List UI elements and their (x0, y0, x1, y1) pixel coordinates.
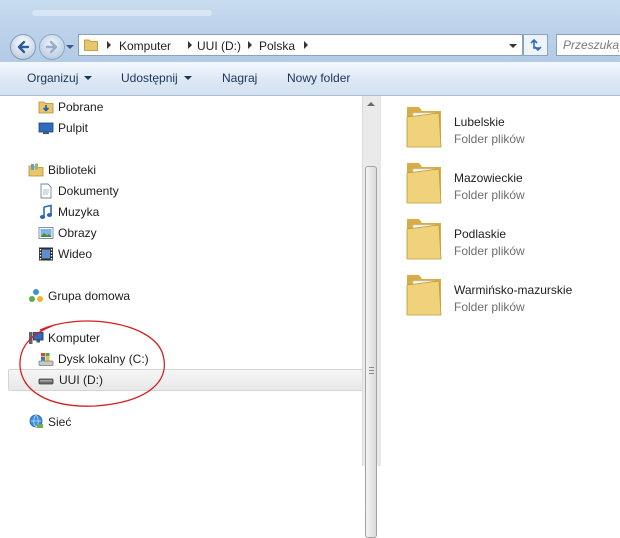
nav-item-desktop[interactable]: Pulpit (38, 118, 238, 139)
nav-item-drive-d[interactable]: UUI (D:) (8, 369, 363, 391)
file-list-pane: Lubelskie Folder plików Mazowieckie Fold… (381, 96, 620, 466)
breadcrumb-separator-icon[interactable] (105, 40, 113, 50)
scrollbar-grip-icon (369, 367, 374, 376)
nav-label: Pobrane (58, 100, 104, 114)
folder-name: Mazowieckie (454, 171, 523, 185)
folder-name: Warmińsko-mazurskie (454, 283, 573, 297)
blurred-title (32, 10, 212, 16)
nav-label: Muzyka (58, 205, 100, 219)
homegroup-icon (29, 289, 43, 302)
folder-name: Podlaskie (454, 227, 507, 241)
nav-item-local-disk-c[interactable]: Dysk lokalny (C:) (38, 349, 238, 370)
breadcrumb-separator-icon[interactable] (246, 40, 254, 50)
folder-icon (406, 275, 442, 316)
forward-button[interactable] (39, 34, 65, 60)
breadcrumb-computer[interactable]: Komputer (119, 39, 171, 53)
nav-label: Obrazy (58, 226, 97, 240)
scroll-up-arrow-icon[interactable] (363, 96, 379, 112)
nav-item-music[interactable]: Muzyka (38, 202, 238, 223)
chevron-down-icon (183, 76, 192, 80)
breadcrumb-polska[interactable]: Polska (259, 39, 295, 53)
folder-type: Folder plików (454, 244, 525, 258)
nav-item-pictures[interactable]: Obrazy (38, 223, 238, 244)
refresh-button[interactable] (523, 34, 548, 56)
address-row: Komputer UUI (D:) Polska (0, 30, 620, 62)
back-button[interactable] (10, 34, 36, 60)
folder-type: Folder plików (454, 188, 525, 202)
folder-tile[interactable]: Lubelskie Folder plików (405, 99, 615, 153)
nav-label: Pulpit (58, 121, 89, 135)
navigation-pane: Pobrane Pulpit Biblioteki Dokumenty Muzy… (0, 96, 366, 466)
nav-label: Biblioteki (48, 163, 97, 177)
drive-icon (38, 378, 54, 385)
nav-label: Dysk lokalny (C:) (58, 352, 149, 366)
videos-film-icon (39, 247, 53, 261)
navigation-pane-scrollbar[interactable] (362, 96, 379, 538)
computer-icon (29, 332, 44, 344)
scrollbar-thumb[interactable] (365, 166, 377, 538)
folder-icon (84, 39, 98, 51)
address-history-dropdown-icon[interactable] (506, 39, 520, 53)
nav-item-libraries[interactable]: Biblioteki (28, 160, 228, 181)
nav-label: Dokumenty (58, 184, 119, 198)
breadcrumb-drive-d[interactable]: UUI (D:) (197, 39, 241, 53)
nav-item-homegroup[interactable]: Grupa domowa (28, 286, 228, 307)
folder-type: Folder plików (454, 132, 525, 146)
breadcrumb-separator-icon[interactable] (302, 40, 310, 50)
music-note-icon (39, 204, 53, 219)
nav-item-documents[interactable]: Dokumenty (38, 181, 238, 202)
folder-name: Lubelskie (454, 115, 505, 129)
burn-button[interactable]: Nagraj (222, 71, 257, 85)
recent-pages-dropdown-icon[interactable] (65, 42, 75, 52)
nav-item-videos[interactable]: Wideo (38, 244, 238, 265)
folder-tile[interactable]: Warmińsko-mazurskie Folder plików (405, 267, 615, 321)
organize-label: Organizuj (27, 71, 79, 85)
folder-icon (406, 219, 442, 260)
refresh-icon (530, 38, 542, 52)
downloads-folder-icon (38, 101, 54, 114)
nav-label: Komputer (48, 331, 101, 345)
documents-icon (40, 183, 52, 199)
nav-item-downloads[interactable]: Pobrane (38, 97, 238, 118)
folder-tile[interactable]: Podlaskie Folder plików (405, 211, 615, 265)
nav-label: UUI (D:) (59, 373, 103, 387)
address-bar[interactable]: Komputer UUI (D:) Polska (78, 34, 523, 56)
nav-label: Sieć (48, 415, 72, 429)
libraries-icon (28, 163, 44, 177)
new-folder-button[interactable]: Nowy folder (287, 71, 350, 85)
folder-type: Folder plików (454, 300, 525, 314)
arrow-right-icon (45, 40, 58, 54)
organize-menu-button[interactable]: Organizuj (27, 71, 93, 85)
nav-label: Grupa domowa (48, 289, 131, 303)
nav-item-network[interactable]: Sieć (28, 412, 228, 433)
share-menu-button[interactable]: Udostępnij (121, 71, 192, 85)
chevron-down-icon (84, 76, 93, 80)
folder-tile[interactable]: Mazowieckie Folder plików (405, 155, 615, 209)
nav-item-computer[interactable]: Komputer (28, 328, 228, 349)
search-input[interactable] (556, 34, 620, 56)
pictures-icon (38, 227, 54, 239)
share-label: Udostępnij (121, 71, 178, 85)
window-titlebar (0, 0, 620, 30)
network-icon (29, 414, 43, 428)
nav-label: Wideo (58, 247, 93, 261)
command-bar: Organizuj Udostępnij Nagraj Nowy folder (0, 62, 620, 96)
folder-icon (406, 163, 442, 204)
arrow-left-icon (17, 40, 30, 54)
folder-icon (406, 107, 442, 148)
windows-drive-icon (38, 353, 54, 366)
desktop-icon (38, 122, 54, 135)
breadcrumb-separator-icon[interactable] (186, 40, 194, 50)
